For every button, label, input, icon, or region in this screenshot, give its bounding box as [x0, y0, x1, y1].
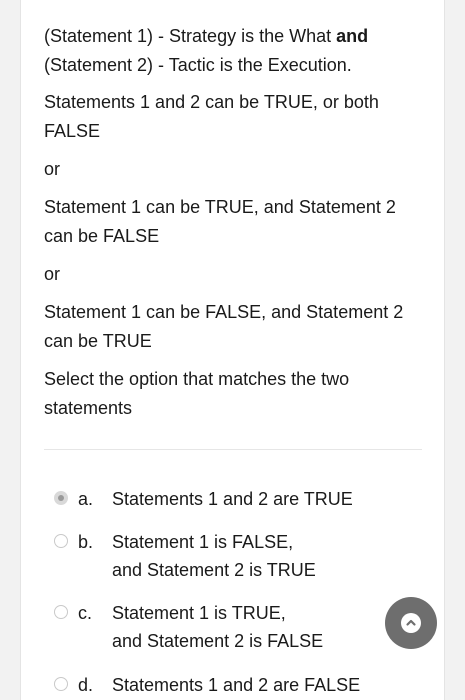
option-b-line-1: Statement 1 is FALSE, — [112, 532, 294, 552]
question-card: (Statement 1) - Strategy is the What and… — [20, 0, 445, 700]
option-c-line-1: Statement 1 is TRUE, — [112, 603, 286, 623]
option-b-letter: b. — [78, 532, 94, 552]
statements-paragraph: (Statement 1) - Strategy is the What and… — [44, 22, 424, 80]
or-separator-1: or — [44, 159, 61, 179]
option-a-line-1: Statements 1 and 2 are TRUE — [112, 489, 353, 509]
statement-1-text: (Statement 1) - Strategy is the What — [44, 26, 337, 46]
option-b-radio[interactable] — [54, 534, 68, 548]
option-c-radio[interactable] — [54, 605, 68, 619]
option-d-line-1: Statements 1 and 2 are FALSE — [112, 675, 361, 695]
option-b-line-2: and Statement 2 is TRUE — [112, 560, 316, 580]
option-d-radio[interactable] — [54, 677, 68, 691]
option-c-letter: c. — [78, 603, 93, 623]
option-a-letter: a. — [78, 489, 94, 509]
option-b-label: Statement 1 is FALSE, and Statement 2 is… — [112, 528, 402, 584]
possibility-false-true: Statement 1 can be FALSE, and Statement … — [44, 302, 404, 351]
statement-1-bold-and: and — [336, 26, 369, 46]
option-c-line-2: and Statement 2 is FALSE — [112, 631, 324, 651]
question-prompt: Select the option that matches the two s… — [44, 369, 350, 418]
option-c-label: Statement 1 is TRUE, and Statement 2 is … — [112, 599, 402, 655]
scroll-to-top-button[interactable] — [385, 597, 437, 649]
divider — [44, 449, 422, 450]
possibility-true-false: Statement 1 can be TRUE, and Statement 2… — [44, 197, 396, 246]
option-d-label: Statements 1 and 2 are FALSE — [112, 671, 402, 699]
or-separator-2: or — [44, 264, 61, 284]
question-text: (Statement 1) - Strategy is the What and… — [44, 22, 424, 423]
possibility-both: Statements 1 and 2 can be TRUE, or both … — [44, 92, 379, 141]
option-a-label: Statements 1 and 2 are TRUE — [112, 485, 402, 513]
statement-2-text: (Statement 2) - Tactic is the Execution. — [44, 55, 352, 75]
option-d-letter: d. — [78, 675, 94, 695]
option-a-radio[interactable] — [54, 491, 68, 505]
chevron-up-icon — [401, 613, 421, 633]
